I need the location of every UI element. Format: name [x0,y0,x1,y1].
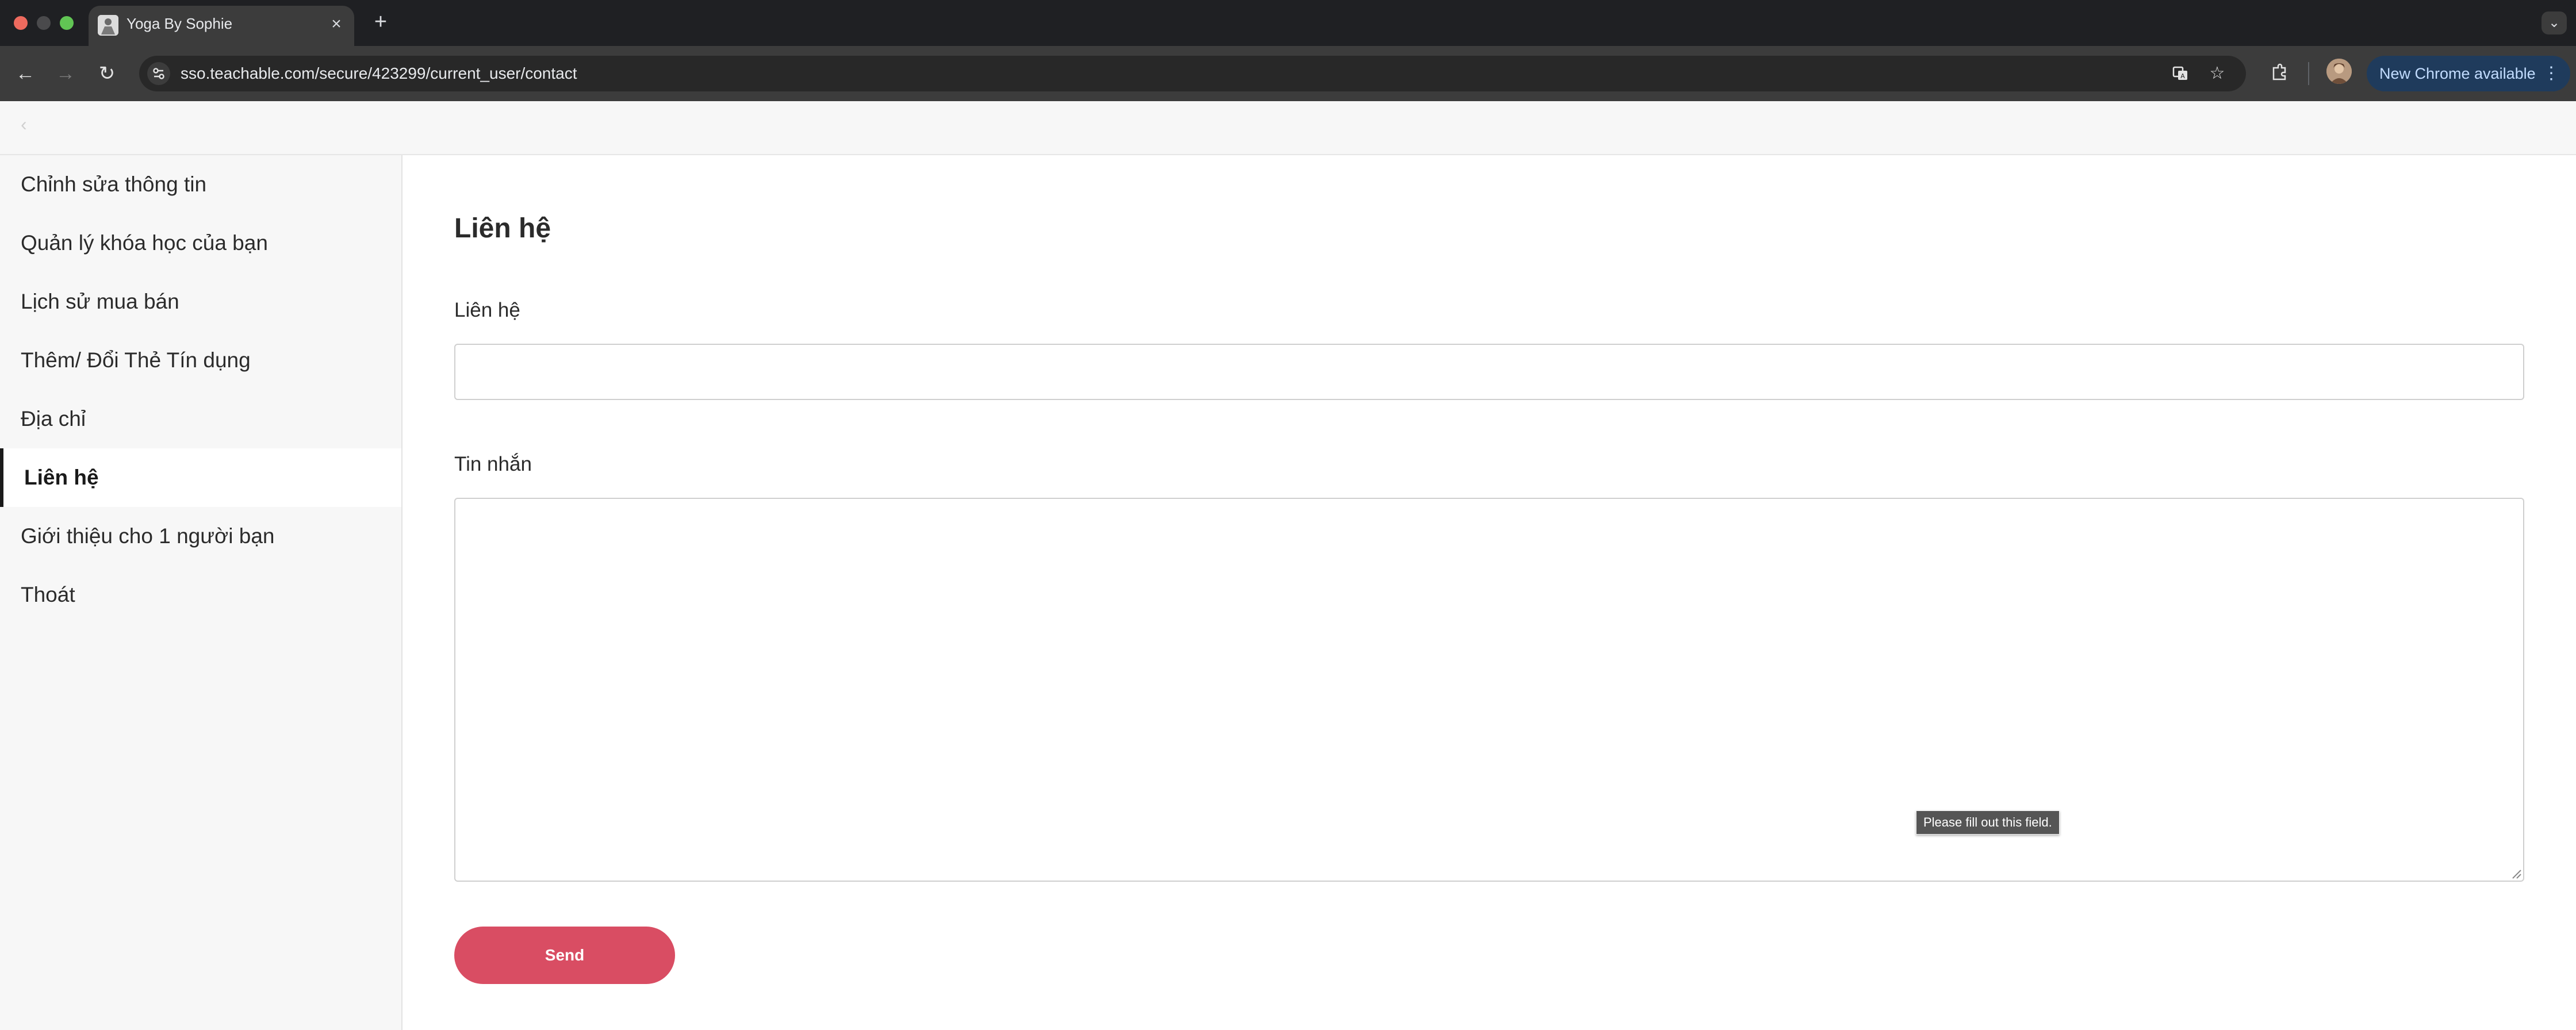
send-button[interactable]: Send [454,927,675,984]
forward-arrow-icon[interactable]: → [53,61,78,86]
star-icon[interactable]: ☆ [2206,62,2229,85]
url-text[interactable]: sso.teachable.com/secure/423299/current_… [181,56,577,91]
site-settings-icon[interactable] [147,62,170,85]
validation-tooltip: Please fill out this field. [1916,810,2060,835]
svg-text:A: A [2180,72,2185,80]
address-bar[interactable]: sso.teachable.com/secure/423299/current_… [139,56,2246,91]
contact-input[interactable] [454,344,2524,400]
window-maximize-button[interactable] [60,16,74,30]
new-chrome-available-button[interactable]: New Chrome available ⋮ [2367,56,2570,91]
page-header: ‹ [0,101,2576,155]
window-minimize-button[interactable] [37,16,51,30]
extensions-icon[interactable] [2267,60,2292,85]
more-vert-icon[interactable]: ⋮ [2543,56,2560,91]
browser-toolbar: ← → ↻ sso.teachable.com/secure/423299/cu… [0,46,2576,101]
tab-title: Yoga By Sophie [126,15,233,32]
chevron-left-icon[interactable]: ‹ [21,114,27,135]
favicon-icon [98,15,118,36]
contact-field-label: Liên hệ [454,299,520,321]
message-textarea[interactable] [454,498,2524,882]
profile-avatar[interactable] [2326,59,2352,84]
page-title: Liên hệ [454,213,551,244]
account-sidebar: Chỉnh sửa thông tin Quản lý khóa học của… [0,155,402,1030]
toolbar-divider [2308,62,2309,85]
sidebar-item-refer-friend[interactable]: Giới thiệu cho 1 người bạn [0,507,401,566]
sidebar-item-credit-card[interactable]: Thêm/ Đổi Thẻ Tín dụng [0,331,401,390]
new-chrome-label: New Chrome available [2379,65,2536,82]
translate-icon[interactable]: A [2169,62,2192,85]
tab-search-button[interactable]: ⌄ [2542,11,2567,34]
sidebar-item-purchase-history[interactable]: Lịch sử mua bán [0,272,401,331]
sidebar-item-address[interactable]: Địa chỉ [0,390,401,448]
browser-tab-strip: Yoga By Sophie × + ⌄ [0,0,2576,46]
sidebar-item-contact[interactable]: Liên hệ [0,448,401,507]
window-close-button[interactable] [14,16,28,30]
back-arrow-icon[interactable]: ← [13,61,38,86]
reload-icon[interactable]: ↻ [94,61,120,86]
browser-tab-active[interactable]: Yoga By Sophie × [89,6,354,46]
resize-grip-icon[interactable] [2510,868,2522,879]
new-tab-button[interactable]: + [369,10,392,33]
sidebar-item-edit-profile[interactable]: Chỉnh sửa thông tin [0,155,401,214]
contact-form-panel: Liên hệ Liên hệ Tin nhắn Please fill out… [402,155,2576,1030]
message-field-label: Tin nhắn [454,453,532,475]
sidebar-item-manage-courses[interactable]: Quản lý khóa học của bạn [0,214,401,272]
tab-close-icon[interactable]: × [328,16,345,33]
sidebar-item-logout[interactable]: Thoát [0,566,401,624]
